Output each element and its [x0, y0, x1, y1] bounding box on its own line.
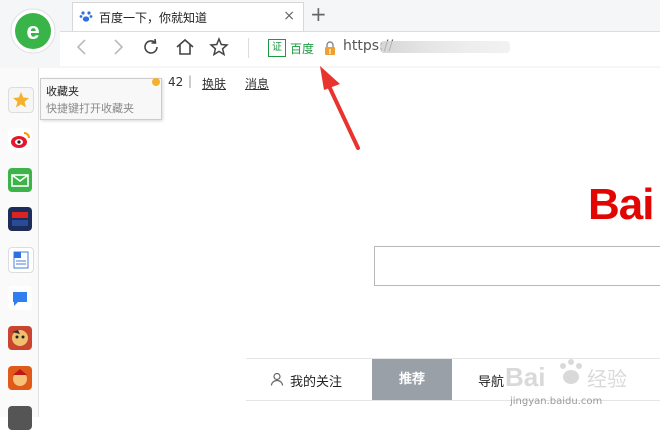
baidu-logo: Bai: [588, 180, 654, 229]
refresh-icon[interactable]: [140, 36, 162, 58]
favorites-tooltip: 收藏夹 快捷键打开收藏夹: [40, 78, 162, 120]
link-separator: |: [188, 74, 193, 88]
lock-warning-icon[interactable]: !: [322, 40, 338, 56]
tab-title: 百度一下，你就知道: [99, 11, 208, 25]
tab-my-follow[interactable]: 我的关注: [290, 371, 342, 390]
star-icon[interactable]: [8, 87, 34, 113]
annotation-arrow-icon: [320, 66, 360, 150]
tab-recommend[interactable]: 推荐: [372, 359, 452, 400]
tooltip-subtitle: 快捷键打开收藏夹: [46, 102, 134, 115]
watermark-text: jingyan.baidu.com: [510, 396, 603, 407]
tab-active[interactable]: 百度一下，你就知道 ×: [72, 2, 304, 31]
toolbar-divider: [248, 38, 249, 58]
tab-navigation[interactable]: 导航: [478, 371, 504, 390]
svg-text:Bai: Bai: [505, 362, 545, 392]
svg-text:经验: 经验: [587, 367, 627, 391]
blurred-url: [380, 41, 510, 53]
svg-text:!: !: [328, 48, 331, 56]
game2-icon[interactable]: [8, 366, 32, 390]
forward-icon[interactable]: [106, 36, 128, 58]
site-name: 百度: [290, 42, 315, 56]
browser-logo-icon[interactable]: e: [10, 8, 56, 54]
tooltip-title: 收藏夹: [46, 85, 79, 98]
word-doc-icon[interactable]: [8, 247, 34, 273]
search-input[interactable]: [374, 246, 660, 286]
messages-link[interactable]: 消息: [245, 75, 269, 92]
weather-sun-icon: [152, 78, 160, 86]
home-icon[interactable]: [174, 36, 196, 58]
chat-icon[interactable]: [8, 286, 32, 310]
new-tab-button[interactable]: +: [310, 4, 327, 24]
game-icon[interactable]: [8, 326, 32, 350]
weibo-icon[interactable]: [8, 128, 32, 152]
certificate-badge[interactable]: 证: [268, 39, 286, 57]
huanqiu-icon[interactable]: [8, 207, 32, 231]
weather-temperature: 42: [168, 75, 184, 89]
mail-icon[interactable]: [8, 168, 32, 192]
favorite-star-icon[interactable]: [208, 36, 230, 58]
sidebar: [0, 68, 39, 417]
svg-text:e: e: [26, 18, 39, 45]
close-tab-icon[interactable]: ×: [283, 8, 295, 24]
back-icon[interactable]: [72, 36, 94, 58]
user-icon: [270, 372, 284, 386]
sidebar-partial-icon[interactable]: [8, 406, 32, 430]
baidu-paw-icon: [79, 11, 93, 22]
change-skin-link[interactable]: 换肤: [202, 75, 226, 92]
